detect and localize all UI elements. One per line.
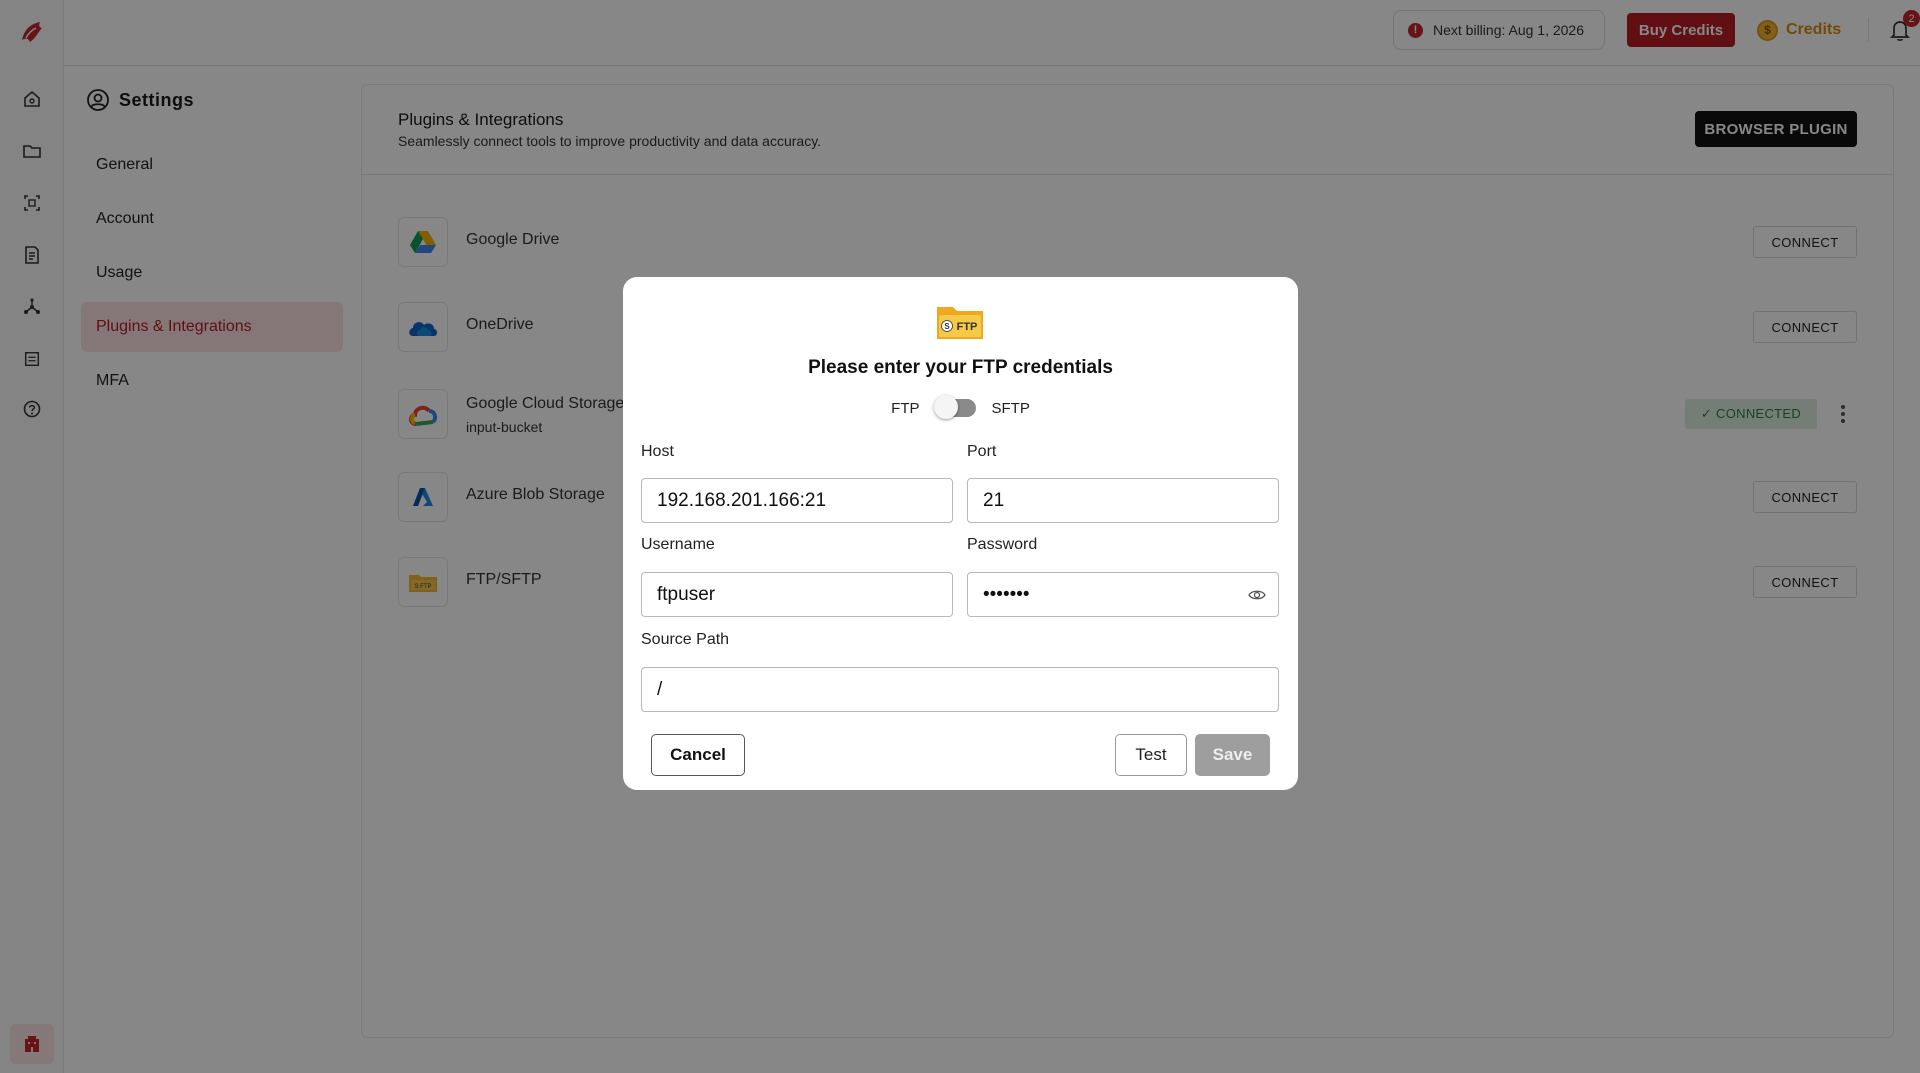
ftp-credentials-modal: S FTP Please enter your FTP credentials … xyxy=(623,277,1298,790)
svg-text:S: S xyxy=(944,322,950,331)
test-button[interactable]: Test xyxy=(1115,734,1187,776)
protocol-toggle-row: FTP SFTP xyxy=(623,395,1298,419)
username-label: Username xyxy=(641,536,715,553)
password-value: ••••••• xyxy=(983,583,1030,605)
host-input[interactable]: 192.168.201.166:21 xyxy=(641,478,953,523)
username-input[interactable]: ftpuser xyxy=(641,572,953,617)
ftp-folder-icon: S FTP xyxy=(937,307,983,339)
password-input[interactable]: ••••••• xyxy=(967,572,1279,617)
password-label: Password xyxy=(967,536,1038,553)
toggle-label-sftp: SFTP xyxy=(991,399,1030,417)
port-input[interactable]: 21 xyxy=(967,478,1279,523)
show-password-icon[interactable] xyxy=(1248,587,1266,603)
svg-text:FTP: FTP xyxy=(957,321,978,333)
port-label: Port xyxy=(967,443,997,460)
cancel-button[interactable]: Cancel xyxy=(651,734,745,776)
save-button[interactable]: Save xyxy=(1195,734,1270,776)
protocol-toggle[interactable] xyxy=(933,395,976,419)
toggle-label-ftp: FTP xyxy=(891,399,920,417)
source-path-label: Source Path xyxy=(641,631,730,648)
source-path-input[interactable]: / xyxy=(641,667,1279,712)
host-label: Host xyxy=(641,443,674,460)
modal-title: Please enter your FTP credentials xyxy=(808,357,1113,378)
